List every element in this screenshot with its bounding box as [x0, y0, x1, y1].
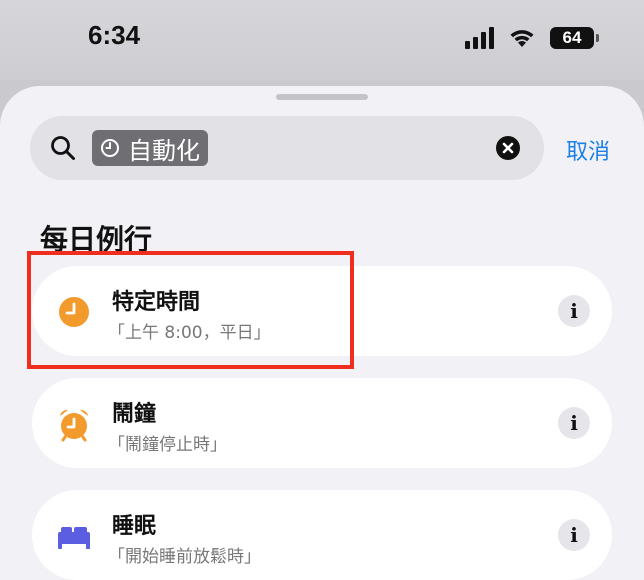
status-bar: 6:34 64 [0, 0, 644, 80]
battery-level: 64 [562, 28, 582, 47]
search-token-label: 自動化 [128, 136, 200, 165]
search-field[interactable]: 自動化 [30, 116, 544, 180]
search-token[interactable]: 自動化 [92, 130, 208, 166]
bed-icon [58, 527, 90, 549]
cellular-signal-icon [465, 27, 494, 49]
list-item-subtitle: 「鬧鐘停止時」 [108, 435, 227, 455]
alarm-clock-icon [60, 409, 88, 442]
info-button[interactable]: i [558, 519, 590, 551]
clear-search-icon[interactable] [496, 136, 520, 160]
battery-icon: 64 [550, 27, 599, 49]
highlight-box [27, 251, 354, 369]
list-item-title: 睡眠 [112, 514, 157, 539]
list-item-alarm[interactable]: 鬧鐘 「鬧鐘停止時」 i [32, 378, 612, 468]
status-icons: 64 [465, 24, 599, 52]
info-button[interactable]: i [558, 295, 590, 327]
cancel-button[interactable]: 取消 [566, 134, 610, 166]
search-icon [51, 136, 75, 160]
info-button[interactable]: i [558, 407, 590, 439]
clock-icon [101, 139, 119, 157]
wifi-icon [510, 30, 534, 47]
list-item-sleep[interactable]: 睡眠 「開始睡前放鬆時」 i [32, 490, 612, 580]
list-item-title: 鬧鐘 [112, 402, 157, 427]
list-item-subtitle: 「開始睡前放鬆時」 [108, 547, 261, 567]
status-time: 6:34 [88, 20, 141, 50]
sheet-grabber[interactable] [276, 94, 368, 100]
